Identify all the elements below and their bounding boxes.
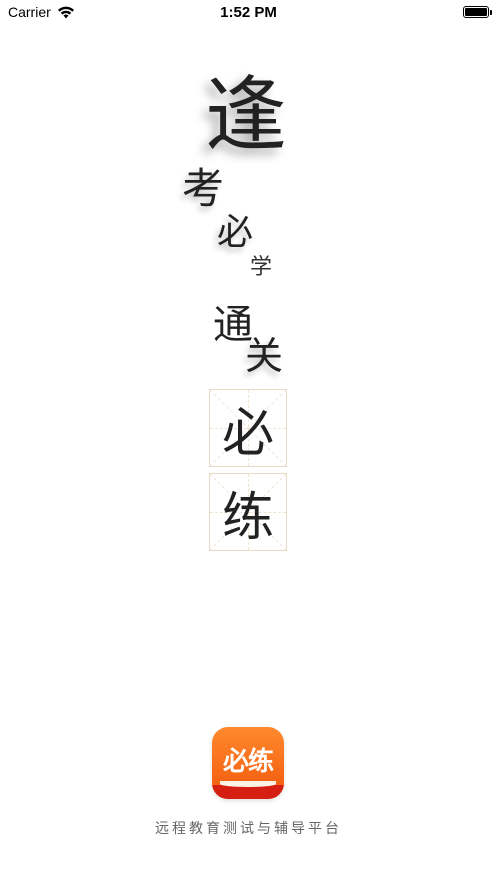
app-logo-label: 必练 xyxy=(222,747,274,777)
slogan-char-xue: 学 xyxy=(250,255,273,280)
status-bar: Carrier 1:52 PM xyxy=(0,0,497,26)
mizige-char-bi: 必 xyxy=(221,403,274,464)
book-icon xyxy=(212,781,284,799)
app-tagline: 远程教育测试与辅导平台 xyxy=(155,821,342,837)
slogan-char-kao: 考 xyxy=(182,164,225,213)
mizige-box-lian: 练 xyxy=(209,473,287,551)
battery-fill xyxy=(465,8,487,16)
status-time: 1:52 PM xyxy=(220,4,277,21)
mizige-char-lian: 练 xyxy=(221,487,274,548)
mizige-box-bi: 必 xyxy=(209,389,287,467)
slogan-char-bi: 必 xyxy=(217,212,254,253)
slogan-char-feng: 逢 xyxy=(205,68,288,163)
battery-icon xyxy=(463,6,492,18)
slogan-char-guan: 关 xyxy=(245,334,284,378)
app-logo: 必练 xyxy=(212,727,284,799)
